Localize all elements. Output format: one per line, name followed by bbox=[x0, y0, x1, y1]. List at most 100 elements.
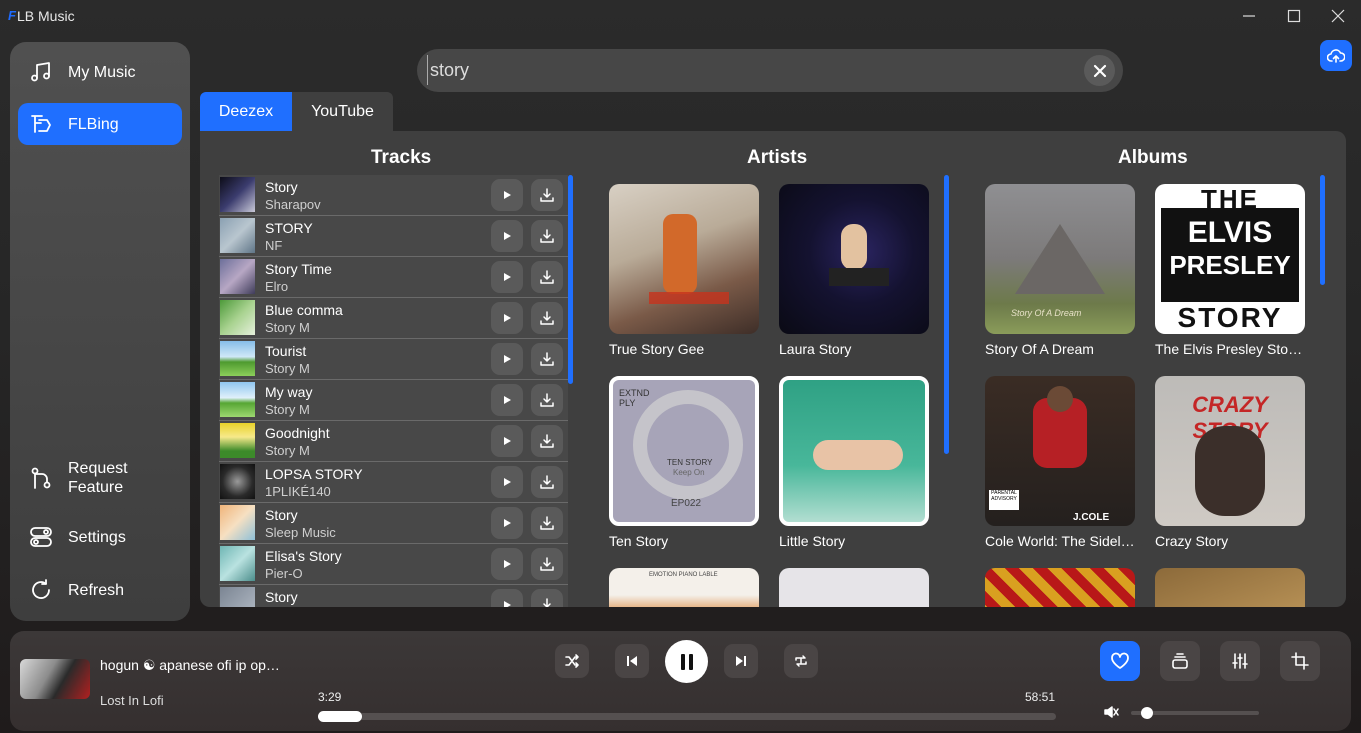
play-track-button[interactable] bbox=[491, 425, 523, 457]
play-icon bbox=[504, 396, 511, 404]
download-icon bbox=[543, 598, 551, 607]
now-playing-title: hogun ☯ apanese ofi ip op… bbox=[100, 657, 280, 673]
track-row[interactable]: Goodnight Story M bbox=[219, 421, 568, 462]
maximize-button[interactable] bbox=[1271, 0, 1317, 32]
artists-scrollbar[interactable] bbox=[944, 175, 949, 454]
track-row[interactable]: Story bbox=[219, 585, 568, 607]
album-card[interactable]: THE ELVIS PRESLEY STORY The Elvis Presle… bbox=[1155, 184, 1305, 357]
sidebar-item-label: Refresh bbox=[68, 581, 125, 599]
previous-button[interactable] bbox=[615, 644, 649, 678]
volume-icon[interactable] bbox=[1103, 704, 1119, 720]
play-track-button[interactable] bbox=[491, 261, 523, 293]
albums-scrollbar[interactable] bbox=[1320, 175, 1325, 285]
album-card[interactable]: Story Of A Dream Story Of A Dream bbox=[985, 184, 1135, 357]
download-track-button[interactable] bbox=[531, 179, 563, 211]
minimize-icon bbox=[1243, 15, 1255, 17]
download-track-button[interactable] bbox=[531, 261, 563, 293]
artist-card[interactable]: True Story Gee bbox=[609, 184, 759, 357]
download-track-button[interactable] bbox=[531, 548, 563, 580]
artist-card[interactable] bbox=[779, 568, 929, 607]
download-track-button[interactable] bbox=[531, 589, 563, 607]
track-row[interactable]: Story Sharapov bbox=[219, 175, 568, 216]
track-row[interactable]: Blue comma Story M bbox=[219, 298, 568, 339]
play-icon bbox=[504, 232, 511, 240]
queue-icon bbox=[1172, 653, 1188, 669]
track-artist: Story M bbox=[265, 361, 310, 376]
sidebar-item-refresh[interactable]: Refresh bbox=[18, 569, 182, 611]
album-image: PARENTAL ADVISORY J.COLE bbox=[985, 376, 1135, 526]
sidebar-item-request-feature[interactable]: Request Feature bbox=[18, 456, 182, 500]
track-row[interactable]: My way Story M bbox=[219, 380, 568, 421]
track-title: Story Time bbox=[265, 261, 332, 277]
download-track-button[interactable] bbox=[531, 425, 563, 457]
download-track-button[interactable] bbox=[531, 220, 563, 252]
cloud-upload-button[interactable] bbox=[1320, 40, 1352, 71]
album-art-text: PRESLEY bbox=[1169, 250, 1291, 280]
album-art-text: PARENTAL ADVISORY bbox=[989, 490, 1019, 510]
close-window-button[interactable] bbox=[1315, 0, 1361, 32]
play-track-button[interactable] bbox=[491, 548, 523, 580]
play-track-button[interactable] bbox=[491, 302, 523, 334]
next-button[interactable] bbox=[724, 644, 758, 678]
volume-slider[interactable] bbox=[1131, 707, 1259, 719]
album-card[interactable] bbox=[1155, 568, 1305, 607]
album-card[interactable]: PARENTAL ADVISORY J.COLE Cole World: The… bbox=[985, 376, 1135, 549]
artist-card[interactable]: EMOTION PIANO LABLE bbox=[609, 568, 759, 607]
play-track-button[interactable] bbox=[491, 466, 523, 498]
track-row[interactable]: Story Time Elro bbox=[219, 257, 568, 298]
clear-search-button[interactable] bbox=[1084, 55, 1115, 86]
toggles-icon bbox=[28, 524, 54, 550]
download-icon bbox=[540, 475, 554, 489]
artist-card[interactable]: Little Story bbox=[779, 376, 929, 549]
tracks-scrollbar[interactable] bbox=[568, 175, 573, 384]
download-track-button[interactable] bbox=[531, 384, 563, 416]
queue-button[interactable] bbox=[1160, 641, 1200, 681]
like-button[interactable] bbox=[1100, 641, 1140, 681]
shuffle-button[interactable] bbox=[555, 644, 589, 678]
download-icon bbox=[540, 188, 554, 202]
artist-image bbox=[609, 184, 759, 334]
track-row[interactable]: Story Sleep Music bbox=[219, 503, 568, 544]
equalizer-button[interactable] bbox=[1220, 641, 1260, 681]
track-title: My way bbox=[265, 384, 313, 400]
download-track-button[interactable] bbox=[531, 302, 563, 334]
play-track-button[interactable] bbox=[491, 343, 523, 375]
artist-name: Ten Story bbox=[609, 533, 669, 549]
volume-knob[interactable] bbox=[1141, 707, 1153, 719]
tab-youtube[interactable]: YouTube bbox=[292, 92, 393, 131]
track-row[interactable]: LOPSA STORY 1PLIKÉ140 bbox=[219, 462, 568, 503]
pause-icon bbox=[680, 653, 693, 670]
artist-card[interactable]: EXTND PLY TEN STORY Keep On EP022 Ten St… bbox=[609, 376, 759, 549]
sidebar-item-flbing[interactable]: FLBing bbox=[18, 103, 182, 145]
play-track-button[interactable] bbox=[491, 384, 523, 416]
tab-deezex[interactable]: Deezex bbox=[200, 92, 292, 131]
sidebar-item-settings[interactable]: Settings bbox=[18, 516, 182, 558]
play-track-button[interactable] bbox=[491, 220, 523, 252]
track-row[interactable]: STORY NF bbox=[219, 216, 568, 257]
track-row[interactable]: Elisa's Story Pier-O bbox=[219, 544, 568, 585]
download-icon bbox=[540, 516, 554, 530]
download-track-button[interactable] bbox=[531, 466, 563, 498]
download-track-button[interactable] bbox=[531, 343, 563, 375]
progress-bar[interactable] bbox=[318, 711, 1056, 722]
album-card[interactable]: CRAZY STORY Crazy Story bbox=[1155, 376, 1305, 549]
play-icon bbox=[504, 478, 511, 486]
repeat-button[interactable] bbox=[784, 644, 818, 678]
track-row[interactable]: Tourist Story M bbox=[219, 339, 568, 380]
sidebar-item-my-music[interactable]: My Music bbox=[18, 51, 182, 93]
artist-card[interactable]: Laura Story bbox=[779, 184, 929, 357]
flbing-logo-icon bbox=[28, 111, 54, 137]
play-track-button[interactable] bbox=[491, 179, 523, 211]
play-track-button[interactable] bbox=[491, 589, 523, 607]
album-card[interactable] bbox=[985, 568, 1135, 607]
play-track-button[interactable] bbox=[491, 507, 523, 539]
pause-button[interactable] bbox=[665, 640, 708, 683]
artist-name: True Story Gee bbox=[609, 341, 705, 357]
artist-name: Laura Story bbox=[779, 341, 852, 357]
download-track-button[interactable] bbox=[531, 507, 563, 539]
crop-button[interactable] bbox=[1280, 641, 1320, 681]
artist-art-text: Keep On bbox=[673, 468, 705, 477]
search-input[interactable] bbox=[427, 55, 1067, 85]
minimize-button[interactable] bbox=[1226, 0, 1272, 32]
track-artwork bbox=[220, 300, 255, 335]
